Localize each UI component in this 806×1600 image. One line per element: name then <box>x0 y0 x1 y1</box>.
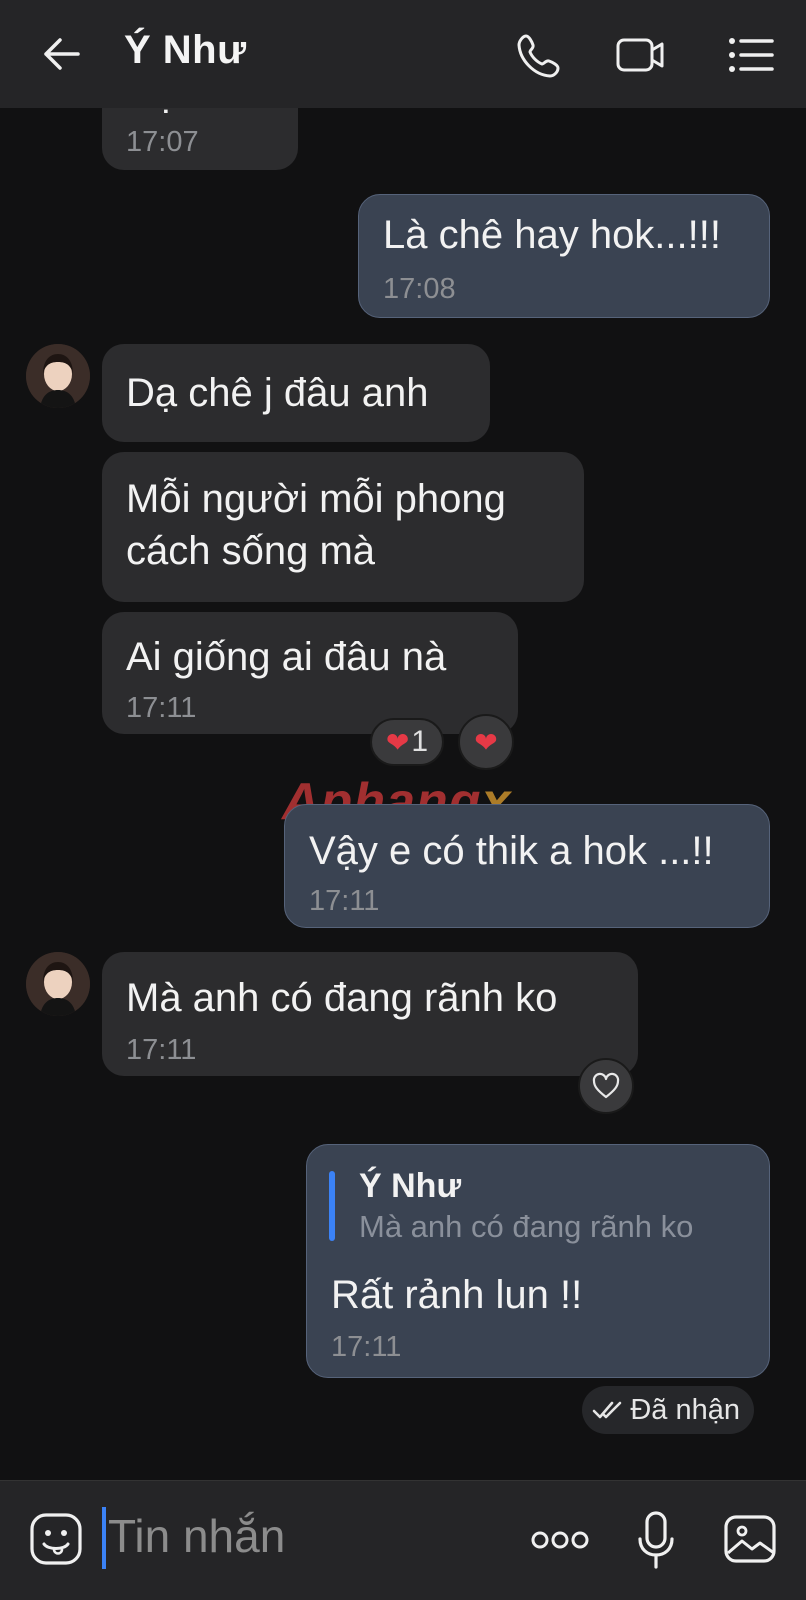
message-text: Mà anh có đang rãnh ko <box>126 976 558 1020</box>
heart-icon: ❤ <box>385 726 410 758</box>
reaction-count: 1 <box>411 725 429 758</box>
more-options-icon[interactable] <box>530 1525 590 1555</box>
message-text: Dạ anh <box>126 108 255 120</box>
message-text: Dạ chê j đâu anh <box>126 371 429 415</box>
phone-icon[interactable] <box>512 28 566 82</box>
message-list[interactable]: Dạ anh 17:07 Là chê hay hok...!!! 17:08 … <box>0 108 806 1480</box>
video-call-icon[interactable] <box>614 28 668 82</box>
heart-outline-icon <box>592 1072 620 1099</box>
double-check-icon <box>593 1401 622 1419</box>
incoming-message[interactable]: Mà anh có đang rãnh ko 17:11 <box>102 952 638 1076</box>
react-heart-button[interactable] <box>578 1058 634 1114</box>
incoming-message[interactable]: Mỗi người mỗi phong cách sống mà <box>102 452 584 602</box>
incoming-message[interactable]: Dạ anh 17:07 <box>102 108 298 170</box>
chat-header: Ý Như <box>0 0 806 108</box>
delivery-status-label: Đã nhận <box>630 1393 740 1426</box>
microphone-icon[interactable] <box>636 1509 676 1573</box>
message-text: Là chê hay hok...!!! <box>383 213 721 257</box>
incoming-message[interactable]: Ai giống ai đâu nà 17:11 <box>102 612 518 734</box>
message-text: Mỗi người mỗi phong cách sống mà <box>126 477 506 573</box>
outgoing-message[interactable]: Vậy e có thik a hok ...!! 17:11 <box>284 804 770 928</box>
avatar-photo-icon <box>26 344 90 408</box>
sticker-emoji-icon[interactable] <box>28 1511 84 1567</box>
message-time: 17:07 <box>126 126 199 158</box>
reply-quote-bar <box>329 1171 335 1241</box>
heart-icon: ❤ <box>474 726 498 758</box>
contact-avatar[interactable] <box>26 344 90 408</box>
menu-list-icon[interactable] <box>724 28 778 82</box>
add-reaction-button[interactable]: ❤ <box>458 714 514 770</box>
avatar-photo-icon <box>26 952 90 1016</box>
back-arrow-icon[interactable] <box>38 30 86 78</box>
message-time: 17:11 <box>331 1331 402 1363</box>
message-time: 17:11 <box>309 885 380 917</box>
reply-quote-name[interactable]: Ý Như <box>359 1167 461 1206</box>
contact-avatar[interactable] <box>26 952 90 1016</box>
text-caret <box>102 1507 106 1569</box>
image-gallery-icon[interactable] <box>722 1511 778 1567</box>
message-composer: Tin nhắn <box>0 1480 806 1600</box>
outgoing-message[interactable]: Là chê hay hok...!!! 17:08 <box>358 194 770 318</box>
contact-name[interactable]: Ý Như <box>124 28 247 73</box>
message-time: 17:08 <box>383 273 456 305</box>
delivery-status: Đã nhận <box>582 1386 754 1434</box>
reply-quote-text[interactable]: Mà anh có đang rãnh ko <box>359 1209 693 1245</box>
message-input[interactable]: Tin nhắn <box>108 1509 285 1563</box>
message-time: 17:11 <box>126 1034 197 1066</box>
incoming-message[interactable]: Dạ chê j đâu anh <box>102 344 490 442</box>
reaction-count-badge[interactable]: ❤ 1 <box>370 718 444 766</box>
message-text: Rất rảnh lun !! <box>331 1273 583 1317</box>
outgoing-reply-message[interactable]: Ý Như Mà anh có đang rãnh ko Rất rảnh lu… <box>306 1144 770 1378</box>
message-text: Vậy e có thik a hok ...!! <box>309 829 714 873</box>
message-text: Ai giống ai đâu nà <box>126 635 447 679</box>
message-time: 17:11 <box>126 692 197 724</box>
